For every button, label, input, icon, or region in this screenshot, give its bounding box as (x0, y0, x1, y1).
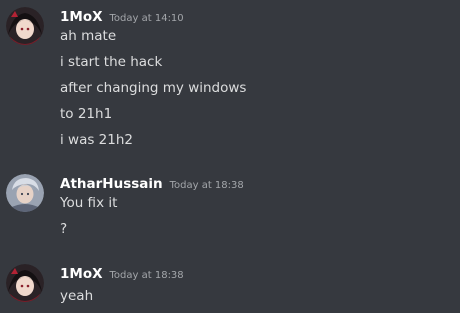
anime-character-avatar-icon (6, 7, 44, 45)
username[interactable]: 1MoX (60, 266, 103, 282)
chat-messages: 1MoX Today at 14:10 ah mate i start the h… (0, 0, 460, 313)
message-header: 1MoX Today at 14:10 (60, 7, 184, 28)
message-text: i was 21h2 (60, 132, 134, 148)
message-text: ah mate (60, 28, 117, 44)
message-text: You fix it (60, 195, 118, 211)
message-text: ? (60, 221, 68, 237)
message-text: after changing my windows (60, 80, 247, 96)
message-text: i start the hack (60, 54, 163, 70)
anime-character-avatar-icon (6, 264, 44, 302)
avatar[interactable] (6, 264, 44, 302)
message-text: to 21h1 (60, 106, 113, 122)
message-header: 1MoX Today at 18:38 (60, 264, 184, 285)
username[interactable]: 1MoX (60, 9, 103, 25)
timestamp: Today at 14:10 (109, 13, 184, 24)
message-header: AtharHussain Today at 18:38 (60, 174, 244, 195)
timestamp: Today at 18:38 (169, 180, 244, 191)
message-text: yeah (60, 288, 94, 304)
profile-photo-avatar-icon (6, 174, 44, 212)
timestamp: Today at 18:38 (109, 270, 184, 281)
avatar[interactable] (6, 7, 44, 45)
avatar[interactable] (6, 174, 44, 212)
username[interactable]: AtharHussain (60, 176, 163, 192)
